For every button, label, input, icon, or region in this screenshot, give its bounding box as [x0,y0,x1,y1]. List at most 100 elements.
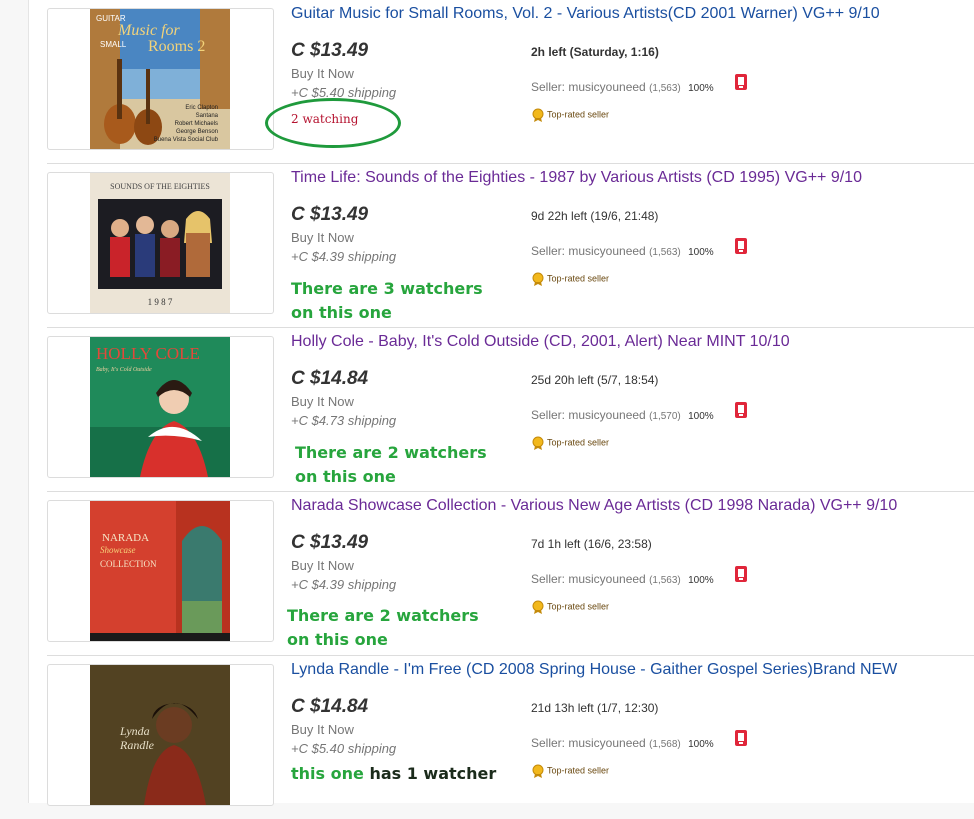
buy-it-now-label: Buy It Now [291,722,354,737]
item-title-link[interactable]: Lynda Randle - I'm Free (CD 2008 Spring … [291,661,971,679]
item-price: C $14.84 [291,696,369,717]
seller-info: Seller: musicyouneed (1,570) 100% [531,408,714,422]
listing-item: HOLLY COLE Baby, It's Cold Outside Holly… [47,328,974,492]
seller-positive-percent: 100% [688,83,714,94]
cover-text: Santana [196,113,219,119]
album-cover-sounds-eighties[interactable]: SOUNDS OF THE EIGHTIES 1 9 8 7 [90,173,230,313]
item-price: C $13.49 [291,532,369,553]
listing-item: SOUNDS OF THE EIGHTIES 1 9 8 7 Time Life… [47,164,974,328]
seller-info: Seller: musicyouneed (1,563) 100% [531,244,714,258]
top-rated-label: Top-rated seller [547,601,610,612]
red-phone-icon [735,566,747,582]
top-rated-badge: Top-rated seller [531,764,609,778]
annotation-watchers: There are 2 watchers on this one [287,604,479,652]
cover-text: SOUNDS OF THE EIGHTIES [110,182,210,191]
top-rated-label: Top-rated seller [547,765,610,776]
shipping-cost: +C $4.39 shipping [291,577,397,592]
item-thumbnail-frame[interactable]: NARADA Showcase COLLECTION [47,500,274,642]
cover-text: NARADA [102,532,149,544]
annotation-green-text: this one [291,764,364,783]
red-phone-icon [735,402,747,418]
seller-feedback-count: (1,563) [649,247,681,258]
seller-positive-percent: 100% [688,739,714,750]
cover-text: Rooms 2 [148,38,205,55]
seller-name: Seller: musicyouneed [531,244,646,258]
buy-it-now-label: Buy It Now [291,66,354,81]
seller-name: Seller: musicyouneed [531,572,646,586]
listing-item: Lynda Randle Lynda Randle - I'm Free (CD… [47,656,974,819]
annotation-line: on this one [287,630,388,649]
annotation-watchers: There are 2 watchers on this one [295,441,487,489]
cover-text: Robert Michaels [175,121,218,127]
top-rated-label: Top-rated seller [547,109,610,120]
item-title-link[interactable]: Holly Cole - Baby, It's Cold Outside (CD… [291,333,971,351]
seller-positive-percent: 100% [688,247,714,258]
item-price: C $13.49 [291,40,369,61]
seller-info: Seller: musicyouneed (1,563) 100% [531,80,714,94]
annotation-watchers: this one has 1 watcher [291,762,496,786]
seller-info: Seller: musicyouneed (1,563) 100% [531,572,714,586]
time-left: 21d 13h left (1/7, 12:30) [531,701,659,715]
seller-name: Seller: musicyouneed [531,408,646,422]
annotation-watchers: There are 3 watchers on this one [291,277,483,325]
cover-text: Music for [117,22,181,39]
seller-info: Seller: musicyouneed (1,568) 100% [531,736,714,750]
seller-name: Seller: musicyouneed [531,80,646,94]
seller-positive-percent: 100% [688,411,714,422]
seller-feedback-count: (1,570) [649,411,681,422]
cover-text: George Benson [176,129,218,135]
buy-it-now-label: Buy It Now [291,394,354,409]
cover-text: Lynda [119,724,150,738]
gold-medal-icon [532,108,544,122]
listing-item: GUITAR Music for SMALL Rooms 2 Eric Clap… [47,0,974,164]
item-title-link[interactable]: Guitar Music for Small Rooms, Vol. 2 - V… [291,5,971,23]
time-left: 25d 20h left (5/7, 18:54) [531,373,659,387]
listing-item: NARADA Showcase COLLECTION Narada Showca… [47,492,974,656]
album-cover-holly-cole[interactable]: HOLLY COLE Baby, It's Cold Outside [90,337,230,477]
buy-it-now-label: Buy It Now [291,558,354,573]
annotation-dark-text: has 1 watcher [369,764,497,783]
seller-positive-percent: 100% [688,575,714,586]
cover-text: SMALL [100,40,127,49]
item-title-link[interactable]: Narada Showcase Collection - Various New… [291,497,971,515]
buy-it-now-label: Buy It Now [291,230,354,245]
album-cover-guitar-music[interactable]: GUITAR Music for SMALL Rooms 2 Eric Clap… [90,9,230,149]
album-cover-lynda-randle[interactable]: Lynda Randle [90,665,230,805]
item-thumbnail-frame[interactable]: HOLLY COLE Baby, It's Cold Outside [47,336,274,478]
annotation-line: There are 2 watchers [295,443,487,462]
seller-name: Seller: musicyouneed [531,736,646,750]
seller-feedback-count: (1,563) [649,575,681,586]
item-thumbnail-frame[interactable]: Lynda Randle [47,664,274,806]
gold-medal-icon [532,272,544,286]
shipping-cost: +C $4.39 shipping [291,249,397,264]
red-phone-icon [735,238,747,254]
item-thumbnail-frame[interactable]: GUITAR Music for SMALL Rooms 2 Eric Clap… [47,8,274,150]
time-left: 7d 1h left (16/6, 23:58) [531,537,652,551]
gold-medal-icon [532,600,544,614]
annotation-circle [265,98,401,148]
shipping-cost: +C $5.40 shipping [291,741,397,756]
red-phone-icon [735,730,747,746]
cover-text: Eric Clapton [185,105,218,111]
top-rated-label: Top-rated seller [547,437,610,448]
annotation-line: There are 3 watchers [291,279,483,298]
cover-text: COLLECTION [100,559,157,569]
annotation-line: on this one [295,467,396,486]
cover-text: Showcase [100,545,136,555]
shipping-cost: +C $4.73 shipping [291,413,397,428]
annotation-line: There are 2 watchers [287,606,479,625]
album-cover-narada[interactable]: NARADA Showcase COLLECTION [90,501,230,641]
cover-text: 1 9 8 7 [148,297,173,307]
gold-medal-icon [532,764,544,778]
item-thumbnail-frame[interactable]: SOUNDS OF THE EIGHTIES 1 9 8 7 [47,172,274,314]
cover-text: HOLLY COLE [96,344,200,363]
time-left: 2h left (Saturday, 1:16) [531,45,659,59]
cover-text: Baby, It's Cold Outside [96,367,152,373]
time-left: 9d 22h left (19/6, 21:48) [531,209,659,223]
search-results-page: GUITAR Music for SMALL Rooms 2 Eric Clap… [28,0,974,806]
item-title-link[interactable]: Time Life: Sounds of the Eighties - 1987… [291,169,971,187]
top-rated-badge: Top-rated seller [531,600,609,614]
seller-feedback-count: (1,568) [649,739,681,750]
item-price: C $13.49 [291,204,369,225]
top-rated-badge: Top-rated seller [531,436,609,450]
